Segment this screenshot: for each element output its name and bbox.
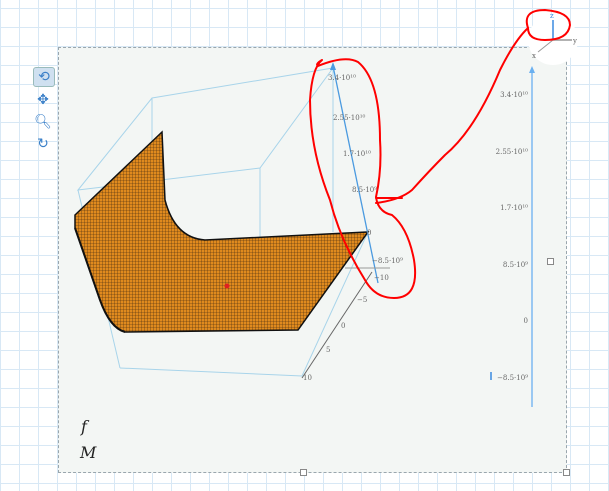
z-tick: 3.4·10¹⁰: [500, 91, 528, 99]
variable-label[interactable]: M: [80, 443, 96, 462]
plot-canvas: 3.4·10¹⁰ 2.55·10¹⁰ 1.7·10¹⁰ 8.5·10⁹ 0 −8…: [74, 8, 578, 407]
z3d-tick: 0: [367, 229, 371, 237]
z-tick: −8.5·10⁹: [497, 374, 528, 382]
z3d-tick: 1.7·10¹⁰: [343, 150, 371, 158]
gizmo-z-label: z: [550, 12, 554, 20]
z-tick: 1.7·10¹⁰: [500, 204, 528, 212]
gizmo-y-label: y: [572, 37, 577, 45]
z3d-tick: 8.5·10⁹: [352, 186, 377, 194]
x3d-tick: 0: [341, 322, 345, 330]
z-tick: 0: [524, 317, 528, 325]
x3d-tick: −5: [357, 296, 367, 304]
x3d-tick: 10: [303, 374, 312, 382]
z-tick: 8.5·10⁹: [503, 261, 528, 269]
z3d-tick: −8.5·10⁹: [372, 257, 403, 265]
z-tick: 2.55·10¹⁰: [496, 148, 529, 156]
z3d-tick: 2.55·10¹⁰: [333, 114, 366, 122]
surface: [74, 130, 370, 333]
function-label[interactable]: f: [81, 417, 87, 436]
x3d-tick: −10: [374, 274, 389, 282]
gizmo-x-label: x: [532, 52, 536, 60]
z3d-tick: 3.4·10¹⁰: [328, 74, 356, 82]
x3d-tick: 5: [326, 346, 330, 354]
surface-point: [224, 283, 230, 289]
